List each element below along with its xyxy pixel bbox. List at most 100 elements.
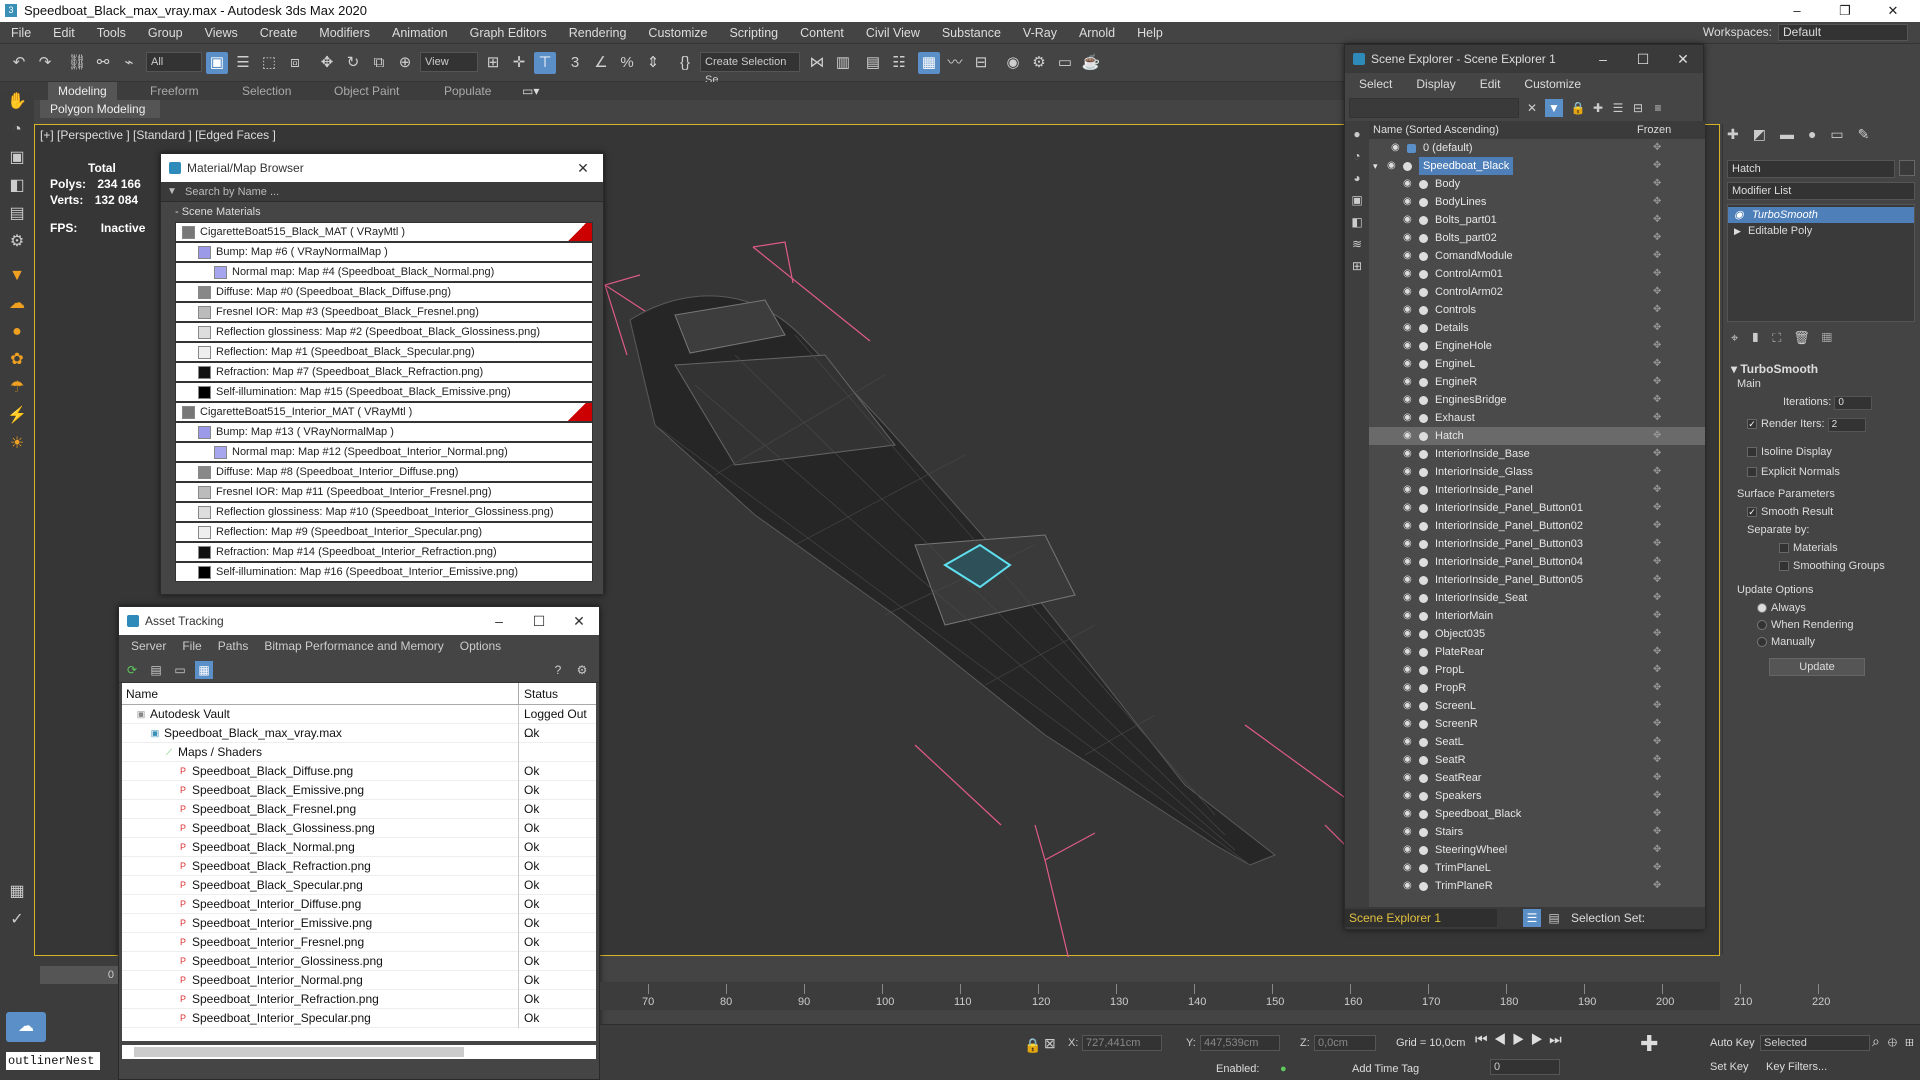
material-row[interactable]: Diffuse: Map #8 (Speedboat_Interior_Diff… xyxy=(175,462,593,482)
asset-row[interactable]: ⟋ Maps / Shaders xyxy=(122,743,596,762)
material-row[interactable]: Bump: Map #13 ( VRayNormalMap ) xyxy=(175,422,593,442)
move-icon[interactable]: ✥ xyxy=(316,52,338,74)
menu-customize[interactable]: Customize xyxy=(637,22,718,44)
viewport-label[interactable]: [+] [Perspective ] [Standard ] [Edged Fa… xyxy=(40,128,276,142)
scene-object-row[interactable]: ◉ InteriorInside_Seat ✥ xyxy=(1369,589,1705,607)
visibility-eye-icon[interactable]: ◉ xyxy=(1403,683,1415,693)
visibility-eye-icon[interactable]: ◉ xyxy=(1403,611,1415,621)
freeze-icon[interactable]: ✥ xyxy=(1653,643,1661,661)
visibility-eye-icon[interactable]: ◉ xyxy=(1403,233,1415,243)
freeze-icon[interactable]: ✥ xyxy=(1653,139,1661,157)
visibility-eye-icon[interactable]: ◉ xyxy=(1391,143,1403,153)
window-crossing-icon[interactable]: ⧈ xyxy=(284,52,306,74)
visibility-eye-icon[interactable]: ◉ xyxy=(1403,593,1415,603)
material-row[interactable]: Diffuse: Map #0 (Speedboat_Black_Diffuse… xyxy=(175,282,593,302)
scene-object-row[interactable]: ◉ InteriorInside_Panel_Button03 ✥ xyxy=(1369,535,1705,553)
material-row[interactable]: Fresnel IOR: Map #3 (Speedboat_Black_Fre… xyxy=(175,302,593,322)
create-icon[interactable]: ✋ xyxy=(5,90,29,114)
freeze-icon[interactable]: ✥ xyxy=(1653,805,1661,823)
viewport-layout-icon[interactable]: ✓ xyxy=(5,908,29,932)
scene-object-row[interactable]: ◉ Hatch ✥ xyxy=(1369,427,1705,445)
menu-views[interactable]: Views xyxy=(194,22,249,44)
scene-object-row[interactable]: ◉ Bolts_part02 ✥ xyxy=(1369,229,1705,247)
material-browser-titlebar[interactable]: Material/Map Browser ✕ xyxy=(161,154,603,182)
menu-edit[interactable]: Edit xyxy=(42,22,86,44)
menu-group[interactable]: Group xyxy=(137,22,194,44)
col-frozen[interactable]: Frozen xyxy=(1637,121,1671,139)
freeze-icon[interactable]: ✥ xyxy=(1653,571,1661,589)
menu-graph-editors[interactable]: Graph Editors xyxy=(459,22,558,44)
visibility-eye-icon[interactable]: ◉ xyxy=(1403,179,1415,189)
visibility-eye-icon[interactable]: ◉ xyxy=(1403,413,1415,423)
visibility-eye-icon[interactable]: ◉ xyxy=(1403,701,1415,711)
freeze-icon[interactable]: ✥ xyxy=(1653,337,1661,355)
freeze-icon[interactable]: ✥ xyxy=(1653,823,1661,841)
reference-coordinate-dropdown[interactable]: View xyxy=(420,52,478,72)
hierarchy-icon[interactable]: ⊟ xyxy=(1629,99,1647,117)
undo-icon[interactable]: ↶ xyxy=(8,52,30,74)
visibility-eye-icon[interactable]: ◉ xyxy=(1403,485,1415,495)
asset-row[interactable]: ▣ Autodesk Vault Logged Out ... xyxy=(122,705,596,740)
visibility-eye-icon[interactable]: ◉ xyxy=(1403,881,1415,891)
when-rendering-radio[interactable] xyxy=(1757,620,1767,631)
menu-v-ray[interactable]: V-Ray xyxy=(1012,22,1068,44)
unlink-icon[interactable]: ⚯ xyxy=(92,52,114,74)
material-row[interactable]: Normal map: Map #12 (Speedboat_Interior_… xyxy=(175,442,593,462)
lock-icon[interactable]: 🔒 xyxy=(1569,99,1587,117)
freeze-icon[interactable]: ✥ xyxy=(1653,787,1661,805)
scene-object-row[interactable]: ◉ EngineR ✥ xyxy=(1369,373,1705,391)
visibility-eye-icon[interactable]: ◉ xyxy=(1403,827,1415,837)
minimize-button[interactable]: – xyxy=(1774,0,1820,22)
ribbon-tab-selection[interactable]: Selection xyxy=(242,82,291,100)
freeze-icon[interactable]: ✥ xyxy=(1653,373,1661,391)
workspaces-value[interactable]: Default xyxy=(1778,24,1908,41)
freeze-icon[interactable]: ✥ xyxy=(1653,193,1661,211)
ribbon-options-icon[interactable]: ▭▾ xyxy=(522,82,539,100)
material-browser-close-button[interactable]: ✕ xyxy=(563,154,603,182)
select-manipulate-icon[interactable]: ✛ xyxy=(508,52,530,74)
asset-row[interactable]: P Speedboat_Interior_Normal.png Ok xyxy=(122,971,596,990)
asset-row[interactable]: P Speedboat_Black_Normal.png Ok xyxy=(122,838,596,857)
visibility-eye-icon[interactable]: ◉ xyxy=(1403,503,1415,513)
menu-arnold[interactable]: Arnold xyxy=(1068,22,1126,44)
link-icon[interactable]: ⛓ xyxy=(66,52,88,74)
layer-toggle-icon[interactable]: ☰ xyxy=(1523,909,1541,927)
scene-object-row[interactable]: ◉ Speakers ✥ xyxy=(1369,787,1705,805)
light-icon[interactable]: ◧ xyxy=(5,174,29,198)
freeze-icon[interactable]: ✥ xyxy=(1653,301,1661,319)
scene-explorer-titlebar[interactable]: Scene Explorer - Scene Explorer 1 – ☐ ✕ xyxy=(1345,45,1703,73)
scene-object-row[interactable]: ◉ PlateRear ✥ xyxy=(1369,643,1705,661)
asset-row[interactable]: P Speedboat_Black_Diffuse.png Ok xyxy=(122,762,596,781)
visibility-eye-icon[interactable]: ◉ xyxy=(1403,665,1415,675)
menu-civil-view[interactable]: Civil View xyxy=(855,22,931,44)
menu-file[interactable]: File xyxy=(0,22,42,44)
render-iters-checkbox[interactable]: ✓ xyxy=(1747,419,1757,430)
redo-icon[interactable]: ↷ xyxy=(34,52,56,74)
menu-create[interactable]: Create xyxy=(249,22,309,44)
visibility-eye-icon[interactable]: ◉ xyxy=(1403,269,1415,279)
object-name-field[interactable]: Hatch xyxy=(1727,160,1895,178)
freeze-icon[interactable]: ✥ xyxy=(1653,589,1661,607)
set-key-icon[interactable]: ✚ xyxy=(1640,1031,1658,1057)
visibility-eye-icon[interactable]: ◉ xyxy=(1403,341,1415,351)
rendered-frame-window-icon[interactable]: ▭ xyxy=(1054,52,1076,74)
scene-object-row[interactable]: ◉ 0 (default) ✥ xyxy=(1369,139,1705,157)
freeze-icon[interactable]: ✥ xyxy=(1653,697,1661,715)
freeze-icon[interactable]: ✥ xyxy=(1653,265,1661,283)
scene-object-row[interactable]: ◉ BodyLines ✥ xyxy=(1369,193,1705,211)
scene-search-input[interactable] xyxy=(1349,98,1519,118)
asset-close-button[interactable]: ✕ xyxy=(559,607,599,635)
scene-object-row[interactable]: ◉ ComandModule ✥ xyxy=(1369,247,1705,265)
thumbnail-view-icon[interactable]: ▭ xyxy=(171,661,189,679)
menu-scripting[interactable]: Scripting xyxy=(718,22,789,44)
freeze-icon[interactable]: ✥ xyxy=(1653,175,1661,193)
scene-close-button[interactable]: ✕ xyxy=(1663,45,1703,73)
stack-editable-poly[interactable]: ▶ Editable Poly xyxy=(1728,223,1914,239)
asset-menu-bitmap[interactable]: Bitmap Performance and Memory xyxy=(264,639,443,653)
visibility-eye-icon[interactable]: ◉ xyxy=(1403,737,1415,747)
edit-named-selection-icon[interactable]: {} xyxy=(674,52,696,74)
toggle-ribbon-icon[interactable]: ▦ xyxy=(918,52,940,74)
scene-object-row[interactable]: ◉ EngineL ✥ xyxy=(1369,355,1705,373)
display-helpers-icon[interactable]: ◧ xyxy=(1348,213,1366,231)
always-radio[interactable] xyxy=(1757,603,1767,614)
